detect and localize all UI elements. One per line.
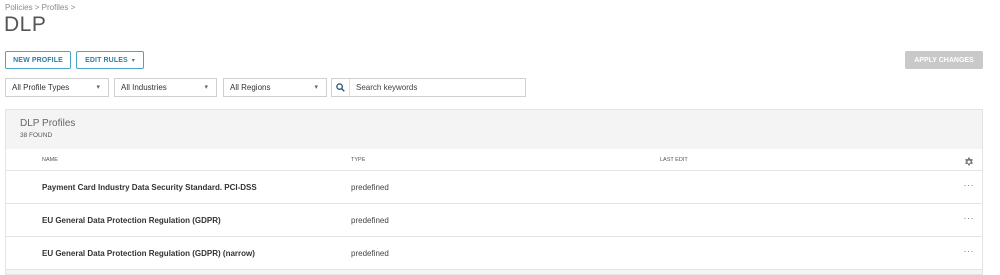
column-header-last-edit[interactable]: LAST EDIT (660, 157, 688, 163)
chevron-down-icon: ▾ (314, 84, 318, 91)
page-title: DLP (4, 13, 47, 36)
new-profile-button[interactable]: NEW PROFILE (5, 51, 71, 69)
profile-name[interactable]: EU General Data Protection Regulation (G… (42, 216, 221, 225)
results-count: 38 FOUND (20, 132, 53, 139)
profile-type: predefined (351, 216, 389, 225)
profile-name[interactable]: Payment Card Industry Data Security Stan… (42, 183, 257, 192)
profile-type: predefined (351, 183, 389, 192)
edit-rules-button[interactable]: EDIT RULES ▾ (76, 51, 144, 69)
search-box[interactable] (331, 78, 526, 97)
column-header-type[interactable]: TYPE (351, 157, 365, 163)
more-options-icon[interactable]: ··· (964, 213, 975, 223)
profile-name[interactable]: EU General Data Protection Regulation (G… (42, 249, 255, 258)
breadcrumb[interactable]: Policies > Profiles > (5, 3, 75, 12)
panel-title: DLP Profiles (20, 118, 76, 129)
industries-select[interactable]: All Industries ▾ (114, 78, 217, 97)
profile-type: predefined (351, 249, 389, 258)
profile-types-select[interactable]: All Profile Types ▾ (5, 78, 109, 97)
apply-changes-label: APPLY CHANGES (914, 56, 974, 64)
new-profile-label: NEW PROFILE (13, 56, 63, 64)
search-icon[interactable] (332, 79, 350, 96)
chevron-down-icon: ▾ (204, 84, 208, 91)
chevron-down-icon: ▾ (131, 57, 135, 64)
dlp-profiles-panel: DLP Profiles 38 FOUND NAME TYPE LAST EDI… (5, 109, 983, 275)
more-options-icon[interactable]: ··· (964, 180, 975, 190)
edit-rules-label: EDIT RULES (85, 56, 128, 64)
table-row[interactable]: EU General Data Protection Regulation (G… (6, 237, 982, 270)
apply-changes-button[interactable]: APPLY CHANGES (905, 51, 983, 69)
column-header-name[interactable]: NAME (42, 157, 58, 163)
table-row[interactable]: Payment Card Industry Data Security Stan… (6, 171, 982, 204)
regions-value: All Regions (230, 83, 271, 92)
profiles-table: NAME TYPE LAST EDIT Payment Card Industr… (6, 149, 982, 270)
search-input[interactable] (350, 83, 520, 92)
more-options-icon[interactable]: ··· (964, 246, 975, 256)
industries-value: All Industries (121, 83, 167, 92)
gear-icon[interactable] (964, 157, 974, 169)
chevron-down-icon: ▾ (96, 84, 100, 91)
profile-types-value: All Profile Types (12, 83, 70, 92)
table-header: NAME TYPE LAST EDIT (6, 149, 982, 171)
regions-select[interactable]: All Regions ▾ (223, 78, 327, 97)
table-row[interactable]: EU General Data Protection Regulation (G… (6, 204, 982, 237)
